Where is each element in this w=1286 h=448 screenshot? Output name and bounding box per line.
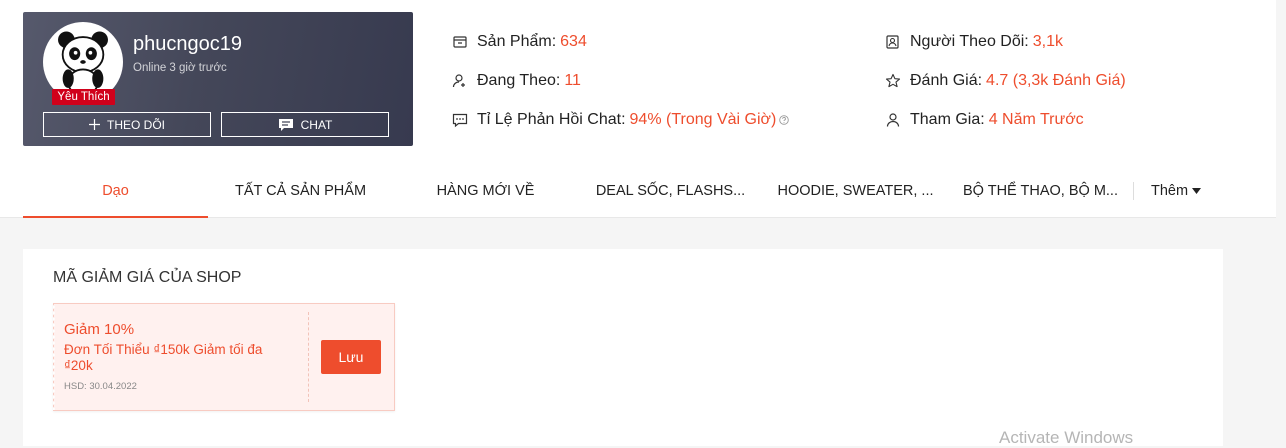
- stat-joined-value: 4 Năm Trước: [988, 111, 1084, 128]
- section-title: MÃ GIẢM GIÁ CỦA SHOP: [53, 269, 242, 286]
- stat-followers-value: 3,1k: [1032, 33, 1063, 50]
- stat-followers-label: Người Theo Dõi:: [910, 33, 1029, 50]
- activate-windows-watermark: Activate Windows: [999, 428, 1134, 447]
- user-icon: [885, 112, 901, 128]
- shop-header: Yêu Thích phucngoc19 Online 3 giờ trước …: [0, 0, 1276, 218]
- page-scrollbar[interactable]: [1276, 0, 1286, 448]
- chat-button-label: CHAT: [300, 117, 333, 132]
- voucher-edge-decoration: [53, 304, 57, 410]
- voucher-description: Đơn Tối Thiểu ₫150k Giảm tối đa ₫20k: [64, 342, 263, 373]
- panda-avatar-image: [46, 25, 120, 99]
- star-icon: [885, 73, 901, 89]
- shop-name: phucngoc19: [133, 33, 242, 55]
- stat-chat-response-label: Tỉ Lệ Phản Hồi Chat:: [477, 111, 626, 128]
- stat-chat-response-value: 94% (Trong Vài Giờ): [629, 111, 777, 128]
- caret-down-icon: [1192, 188, 1202, 194]
- stat-following: Đang Theo: 11: [452, 70, 581, 92]
- stat-rating-value: 4.7 (3,3k Đánh Giá): [986, 72, 1126, 89]
- shop-vouchers-section: MÃ GIẢM GIÁ CỦA SHOP Giảm 10% Đơn Tối Th…: [23, 249, 1223, 446]
- tab-hoodie-sweater[interactable]: HOODIE, SWEATER, ...: [763, 164, 948, 218]
- stat-products: Sản Phẩm: 634: [452, 31, 587, 53]
- more-tabs-label: Thêm: [1151, 183, 1189, 199]
- more-tabs-dropdown[interactable]: Thêm: [1151, 164, 1202, 218]
- plus-icon: [88, 119, 100, 130]
- help-icon[interactable]: [779, 115, 790, 125]
- tab-separator: [1133, 182, 1134, 200]
- stat-chat-response: Tỉ Lệ Phản Hồi Chat: 94% (Trong Vài Giờ): [452, 109, 790, 131]
- stat-products-label: Sản Phẩm:: [477, 33, 557, 50]
- chat-bubble-icon: [452, 112, 468, 128]
- store-icon: [452, 34, 468, 50]
- follow-button[interactable]: THEO DÕI: [43, 112, 211, 137]
- stat-joined: Tham Gia: 4 Năm Trước: [885, 109, 1084, 131]
- voucher-expiry: HSD: 30.04.2022: [64, 381, 137, 392]
- tab-all-products[interactable]: TẤT CẢ SẢN PHẨM: [208, 164, 393, 218]
- voucher-card: Giảm 10% Đơn Tối Thiểu ₫150k Giảm tối đa…: [53, 303, 395, 411]
- tab-new-arrivals[interactable]: HÀNG MỚI VỀ: [393, 164, 578, 218]
- chat-icon: [278, 118, 293, 131]
- tab-flash-deals[interactable]: DEAL SỐC, FLASHS...: [578, 164, 763, 218]
- shop-online-status: Online 3 giờ trước: [133, 62, 227, 74]
- voucher-divider: [308, 312, 309, 402]
- save-voucher-button[interactable]: Lưu: [321, 340, 381, 374]
- user-add-icon: [452, 73, 468, 89]
- voucher-title: Giảm 10%: [64, 321, 135, 338]
- stat-rating-label: Đánh Giá:: [910, 72, 983, 89]
- tab-sport-sets[interactable]: BỘ THỂ THAO, BỘ M...: [948, 164, 1133, 218]
- stat-joined-label: Tham Gia:: [910, 111, 985, 128]
- tab-home[interactable]: Dạo: [23, 164, 208, 218]
- chat-button[interactable]: CHAT: [221, 112, 389, 137]
- followers-icon: [885, 34, 901, 50]
- shop-profile-card: Yêu Thích phucngoc19 Online 3 giờ trước …: [23, 12, 413, 146]
- favorite-badge: Yêu Thích: [52, 89, 115, 105]
- stat-products-value: 634: [560, 33, 587, 50]
- follow-button-label: THEO DÕI: [106, 117, 165, 132]
- stat-rating: Đánh Giá: 4.7 (3,3k Đánh Giá): [885, 70, 1126, 92]
- stat-following-value: 11: [564, 72, 581, 89]
- stat-followers: Người Theo Dõi: 3,1k: [885, 31, 1063, 53]
- stat-following-label: Đang Theo:: [477, 72, 561, 89]
